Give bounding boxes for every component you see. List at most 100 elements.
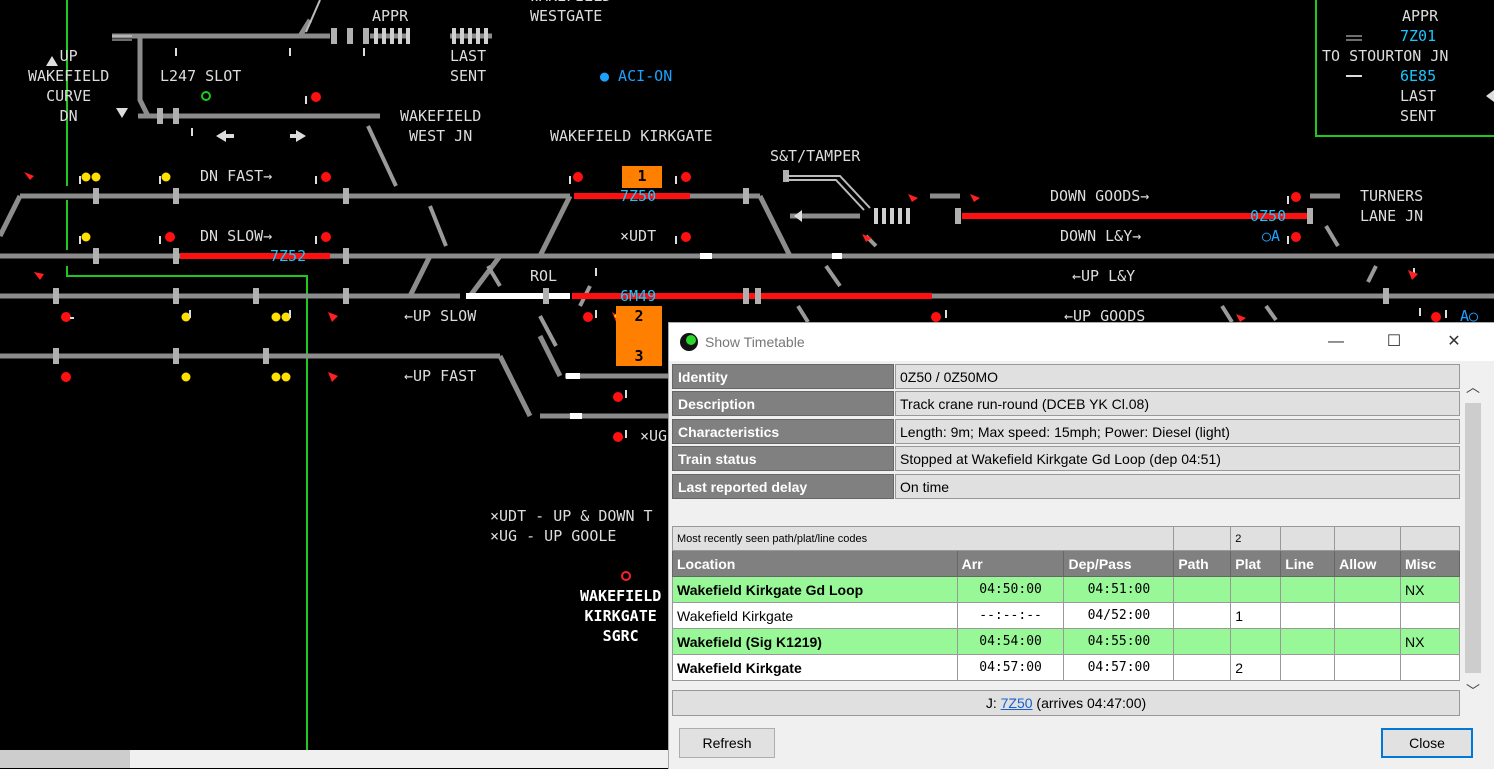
- table-row[interactable]: Wakefield Kirkgate --:--:-- 04/52:00 1: [672, 602, 1460, 629]
- cell-plat: [1230, 628, 1282, 655]
- footer-prefix: J:: [985, 695, 1001, 711]
- cell-path: [1173, 602, 1232, 629]
- cell-location: Wakefield (Sig K1219): [672, 628, 958, 655]
- journey-footer: J: 7Z50 (arrives 04:47:00): [672, 690, 1460, 716]
- refresh-button[interactable]: Refresh: [679, 728, 775, 758]
- codes-line: [1280, 526, 1336, 551]
- cell-misc: NX: [1400, 628, 1460, 655]
- info-row-description: Description Track crane run-round (DCEB …: [672, 391, 1460, 417]
- info-value: Stopped at Wakefield Kirkgate Gd Loop (d…: [895, 446, 1460, 471]
- label-up-ly: ←UP L&Y: [1072, 267, 1136, 285]
- label-appr-right: APPR: [1402, 7, 1439, 25]
- codes-path: [1173, 526, 1232, 551]
- cell-line: [1280, 576, 1336, 603]
- label-wakefield-kirkgate: WAKEFIELD KIRKGATE: [550, 127, 713, 145]
- scrollbar-thumb[interactable]: [0, 750, 130, 768]
- label-udt-mark: ×UDT: [620, 227, 657, 245]
- cell-misc: [1400, 602, 1460, 629]
- label-wakefield-west-jn: WAKEFIELD WEST JN: [400, 107, 482, 145]
- berth-6m49[interactable]: 6M49: [620, 286, 656, 306]
- info-value: 0Z50 / 0Z50MO: [895, 364, 1460, 389]
- table-header: Location Arr Dep/Pass Path Plat Line All…: [672, 550, 1460, 577]
- label-l247-slot: L247 SLOT: [160, 67, 242, 85]
- cell-arr: 04:50:00: [956, 576, 1065, 603]
- label-last-sent-left: LAST SENT: [450, 47, 487, 85]
- horizontal-scrollbar[interactable]: [0, 750, 668, 768]
- dialog-title: Show Timetable: [705, 334, 805, 350]
- platform-1[interactable]: 1: [622, 166, 662, 188]
- cell-line: [1280, 602, 1336, 629]
- info-label: Train status: [672, 446, 894, 471]
- info-label: Last reported delay: [672, 474, 894, 499]
- label-last-sent-right: LAST SENT: [1400, 87, 1437, 125]
- codes-caption: Most recently seen path/plat/line codes: [671, 526, 1175, 551]
- cell-path: [1173, 654, 1232, 681]
- cell-path: [1173, 628, 1232, 655]
- cell-location: Wakefield Kirkgate: [672, 654, 958, 681]
- cell-arr: --:--:--: [956, 602, 1065, 629]
- cell-dep: 04:51:00: [1063, 576, 1175, 603]
- codes-plat: 2: [1230, 526, 1282, 551]
- table-row[interactable]: Wakefield (Sig K1219) 04:54:00 04:55:00 …: [672, 628, 1460, 655]
- col-allow: Allow: [1334, 550, 1402, 577]
- journey-link[interactable]: 7Z50: [1001, 695, 1033, 711]
- cell-arr: 04:54:00: [956, 628, 1065, 655]
- chevron-down-icon[interactable]: ﹀: [1463, 681, 1483, 701]
- label-down-goods: DOWN GOODS→: [1050, 187, 1150, 205]
- berth-7z52[interactable]: 7Z52: [270, 246, 306, 266]
- cell-misc: NX: [1400, 576, 1460, 603]
- info-value: Length: 9m; Max speed: 15mph; Power: Die…: [895, 419, 1460, 444]
- maximize-button[interactable]: ☐: [1377, 329, 1411, 355]
- cell-allow: [1334, 602, 1402, 629]
- cell-path: [1173, 576, 1232, 603]
- legend-udt: ×UDT - UP & DOWN T: [490, 507, 653, 525]
- info-row-train-status: Train status Stopped at Wakefield Kirkga…: [672, 446, 1460, 472]
- dialog-titlebar[interactable]: Show Timetable — ☐ ✕: [669, 323, 1494, 361]
- close-button[interactable]: Close: [1381, 728, 1473, 758]
- cell-plat: 2: [1230, 654, 1282, 681]
- cell-arr: 04:57:00: [956, 654, 1065, 681]
- vertical-scrollbar[interactable]: ︿ ﹀: [1463, 371, 1483, 705]
- codes-misc: [1400, 526, 1460, 551]
- label-dn-fast: DN FAST→: [200, 167, 273, 185]
- cell-dep: 04:57:00: [1063, 654, 1175, 681]
- info-row-characteristics: Characteristics Length: 9m; Max speed: 1…: [672, 419, 1460, 445]
- info-value: Track crane run-round (DCEB YK Cl.08): [895, 391, 1460, 416]
- minimize-button[interactable]: —: [1319, 329, 1353, 355]
- legend-ug: ×UG - UP GOOLE: [490, 527, 617, 545]
- label-ug-mark: ×UG: [640, 427, 668, 445]
- chevron-up-icon[interactable]: ︿: [1463, 377, 1483, 397]
- berth-0z50[interactable]: 0Z50: [1250, 206, 1286, 226]
- codes-allow: [1334, 526, 1402, 551]
- close-window-button[interactable]: ✕: [1437, 329, 1471, 355]
- cell-misc: [1400, 654, 1460, 681]
- label-up-fast: ←UP FAST: [404, 367, 477, 385]
- berth-7z01[interactable]: 7Z01: [1400, 26, 1436, 46]
- scrollbar-thumb[interactable]: [1465, 403, 1481, 673]
- codes-row: Most recently seen path/plat/line codes …: [671, 526, 1460, 551]
- cell-line: [1280, 654, 1336, 681]
- col-misc: Misc: [1400, 550, 1460, 577]
- label-kirkgate-sgrc: WAKEFIELD KIRKGATE SGRC: [580, 587, 662, 645]
- table-row[interactable]: Wakefield Kirkgate 04:57:00 04:57:00 2: [672, 654, 1460, 681]
- label-wakefield-westgate: WAKEFIELD WESTGATE: [530, 0, 611, 25]
- cell-line: [1280, 628, 1336, 655]
- info-label: Characteristics: [672, 419, 894, 444]
- label-aci-on[interactable]: ● ACI-ON: [600, 66, 672, 86]
- platform-3[interactable]: 3: [616, 328, 662, 366]
- app-icon: [680, 333, 698, 351]
- cell-dep: 04:55:00: [1063, 628, 1175, 655]
- label-rol: ROL: [530, 267, 558, 285]
- berth-6e85[interactable]: 6E85: [1400, 66, 1436, 86]
- cell-location: Wakefield Kirkgate Gd Loop: [672, 576, 958, 603]
- col-location: Location: [672, 550, 958, 577]
- berth-7z50[interactable]: 7Z50: [620, 186, 656, 206]
- platform-2[interactable]: 2: [616, 306, 662, 328]
- label-st-tamper: S&T/TAMPER: [770, 147, 861, 165]
- table-row[interactable]: Wakefield Kirkgate Gd Loop 04:50:00 04:5…: [672, 576, 1460, 603]
- cell-dep: 04/52:00: [1063, 602, 1175, 629]
- col-plat: Plat: [1230, 550, 1282, 577]
- label-up-slow: ←UP SLOW: [404, 307, 477, 325]
- cell-plat: 1: [1230, 602, 1282, 629]
- label-turners-lane-jn: TURNERS LANE JN: [1360, 187, 1424, 225]
